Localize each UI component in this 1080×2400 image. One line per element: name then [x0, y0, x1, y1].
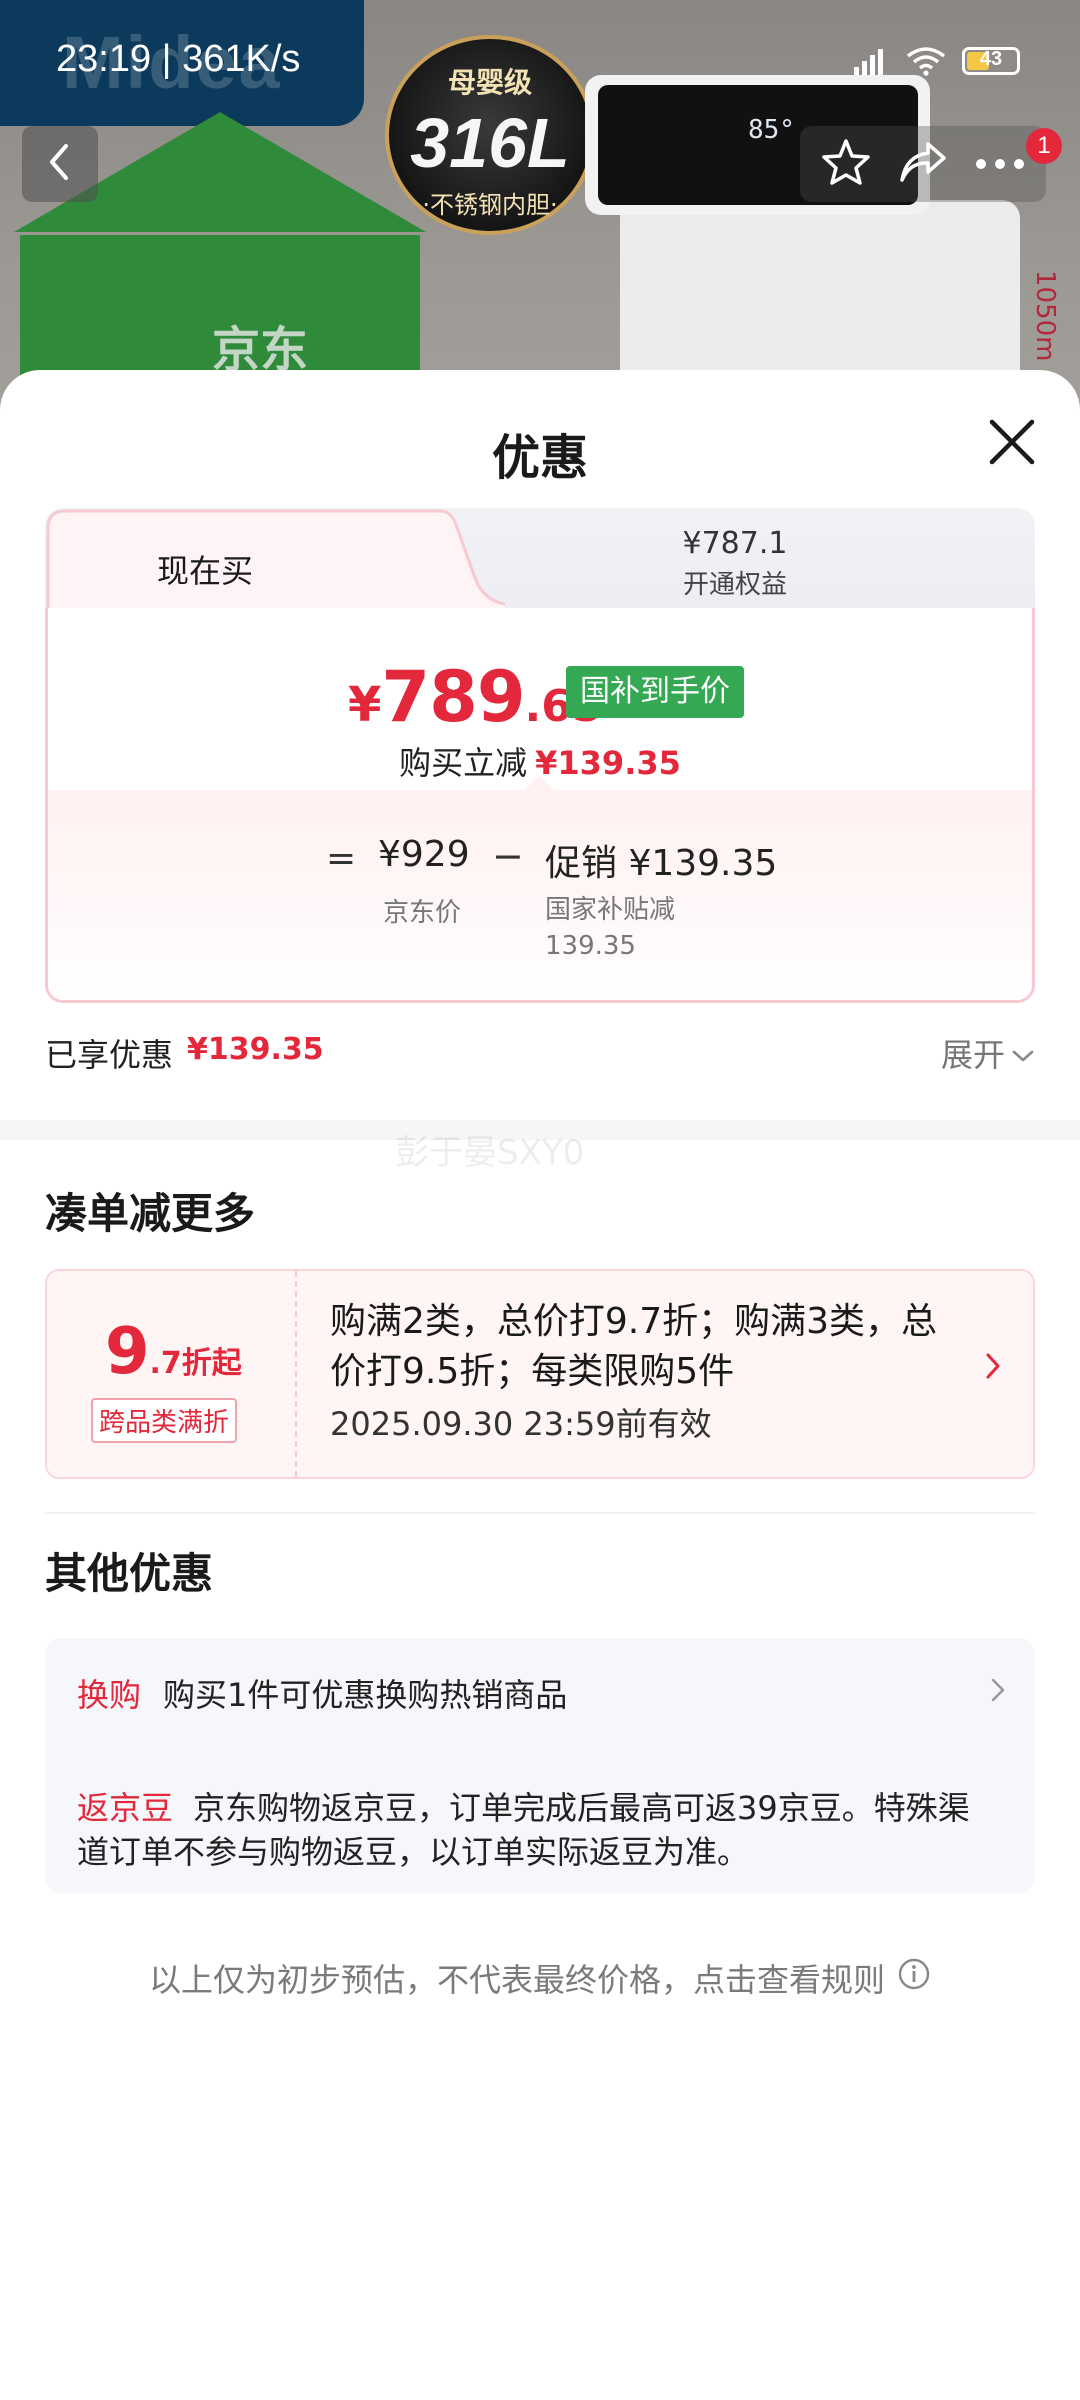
enjoyed-discount-row: 已享优惠 ¥139.35 展开: [45, 1030, 1035, 1076]
chevron-right-icon: [983, 1351, 1003, 1385]
top-action-group: [800, 126, 1046, 202]
chevron-down-icon: [1011, 1034, 1035, 1072]
chevron-right-icon: [989, 1676, 1007, 1708]
expand-label: 展开: [940, 1036, 1005, 1074]
coupon-discount-value: 9 .7折起: [105, 1315, 242, 1389]
trade-up-description: 购买1件可优惠换购热销商品: [163, 1676, 568, 1714]
share-icon: [898, 140, 948, 188]
final-price: ¥ 789 .65: [348, 656, 602, 738]
coupon-discount-suffix: .7折起: [149, 1346, 242, 1381]
section-title-more-deals: 凑单减更多: [45, 1189, 256, 1238]
jd-beans-description: 京东购物返京豆，订单完成后最高可返39京豆。特殊渠道订单不参与购物返豆，以订单实…: [77, 1789, 970, 1871]
expand-button[interactable]: 展开: [941, 1030, 1035, 1076]
coupon-discount-panel: 9 .7折起 跨品类满折: [47, 1271, 297, 1477]
trade-up-label: 换购: [77, 1676, 142, 1714]
favorite-button[interactable]: [811, 129, 881, 199]
product-dimension-label: 1050m: [1030, 270, 1060, 362]
enjoyed-discount-label: 已享优惠: [45, 1036, 174, 1074]
price-disclaimer[interactable]: 以上仅为初步预估，不代表最终价格，点击查看规则: [0, 1955, 1080, 2001]
jd-beans-label: 返京豆: [77, 1789, 174, 1827]
coupon-validity: 2025.09.30 23:59前有效: [330, 1405, 712, 1443]
price-breakdown: = ¥929 京东价 − 促销 ¥139.35 国家补贴减 139.35: [48, 790, 1032, 1000]
battery-level: 43: [979, 48, 1003, 70]
jd-price-label: 京东价: [383, 898, 462, 928]
notification-badge: 1: [1026, 128, 1062, 164]
currency-symbol: ¥: [348, 677, 382, 733]
price-mode-tabs: ¥787.1 开通权益 现在买: [45, 508, 1035, 614]
promotion-value: 促销 ¥139.35: [545, 843, 778, 884]
equals-sign: =: [326, 838, 357, 879]
close-icon: [982, 419, 1042, 476]
tab-buy-now-label: 现在买: [156, 552, 253, 590]
trade-up-offer-row[interactable]: 换购 购买1件可优惠换购热销商品: [77, 1670, 1007, 1716]
promotion-detail-label: 国家补贴减: [545, 895, 676, 925]
instant-discount-label: 购买立减: [399, 744, 528, 782]
coupon-description: 购满2类，总价打9.7折；购满3类，总价打9.5折；每类限购5件: [330, 1301, 938, 1392]
more-button[interactable]: [965, 129, 1035, 199]
enjoyed-discount-amount: ¥139.35: [187, 1032, 324, 1067]
info-icon: [897, 1957, 931, 1999]
back-button[interactable]: [22, 126, 98, 202]
status-time-speed: 23:19 | 361K/s: [56, 38, 301, 80]
disclaimer-text: 以上仅为初步预估，不代表最终价格，点击查看规则: [148, 1961, 885, 1999]
close-button[interactable]: [982, 412, 1042, 472]
national-subsidy-badge: 国补到手价: [566, 666, 744, 718]
discount-sheet: 优惠 ¥787.1 开通权益 现在买 ¥ 789 .65 国补到手价 购买立减 ¥…: [0, 370, 1080, 2400]
jd-price-value: ¥929: [378, 834, 470, 875]
sheet-title: 优惠: [491, 430, 588, 486]
member-price: ¥787.1: [682, 526, 788, 561]
promotion-detail: 国家补贴减 139.35: [545, 892, 675, 964]
chevron-left-icon: [46, 142, 74, 186]
price-card: ¥ 789 .65 国补到手价 购买立减 ¥139.35 = ¥929 京东价 −…: [45, 608, 1035, 1003]
more-dots-icon: [975, 155, 1025, 174]
signal-icon: [852, 47, 890, 75]
share-button[interactable]: [888, 129, 958, 199]
user-watermark: 彭于晏SXY0: [395, 1133, 585, 1173]
battery-icon: 43: [962, 47, 1020, 75]
status-bar: 23:19 | 361K/s 43: [0, 0, 1080, 126]
jd-beans-offer-row: 返京豆 京东购物返京豆，订单完成后最高可返39京豆。特殊渠道订单不参与购物返豆，以…: [77, 1786, 977, 1874]
member-benefit-label: 开通权益: [682, 570, 787, 600]
cross-category-coupon[interactable]: 9 .7折起 跨品类满折 购满2类，总价打9.7折；购满3类，总价打9.5折；每…: [45, 1269, 1035, 1479]
status-icons: 43: [852, 46, 1020, 76]
coupon-type-tag: 跨品类满折: [91, 1398, 238, 1443]
final-price-integer: 789: [381, 656, 525, 738]
promotion-detail-amount: 139.35: [545, 931, 636, 961]
coupon-discount-integer: 9: [105, 1315, 150, 1389]
other-offers-box: 换购 购买1件可优惠换购热销商品 返京豆 京东购物返京豆，订单完成后最高可返39京…: [45, 1638, 1035, 1893]
tab-buy-now[interactable]: 现在买: [45, 508, 505, 614]
instant-discount-amount: ¥139.35: [535, 744, 681, 782]
star-icon: [821, 138, 871, 190]
wifi-icon: [906, 46, 946, 76]
section-divider: [45, 1512, 1035, 1514]
section-title-other-offers: 其他优惠: [45, 1549, 214, 1598]
minus-sign: −: [492, 834, 524, 878]
